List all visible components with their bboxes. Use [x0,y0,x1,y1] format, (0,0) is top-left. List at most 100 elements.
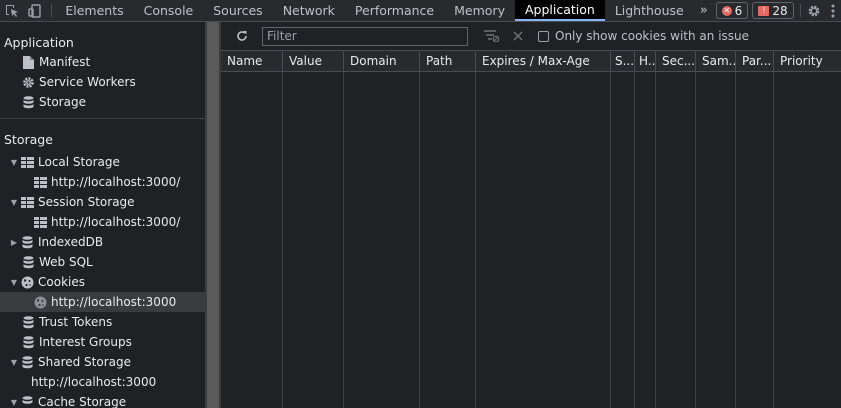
column-header-name[interactable]: Name [221,51,282,71]
collapsed-triangle-icon[interactable]: ▶ [9,238,19,247]
sidebar-scrollbar-thumb[interactable] [207,22,219,408]
expanded-triangle-icon[interactable]: ▼ [9,158,19,167]
sidebar-item-local-storage[interactable]: ▼ Local Storage [0,152,205,172]
database-icon [19,395,35,408]
sidebar-item-label: Trust Tokens [39,315,113,329]
cookie-icon [19,275,35,289]
more-tabs-icon[interactable]: » [694,0,714,21]
settings-gear-icon[interactable] [804,0,824,21]
tab-network[interactable]: Network [273,0,345,21]
sidebar-item-local-storage-origin[interactable]: http://localhost:3000/ [0,172,205,192]
sidebar-item-session-storage-origin[interactable]: http://localhost:3000/ [0,212,205,232]
expanded-triangle-icon[interactable]: ▼ [9,358,19,367]
cookies-toolbar: Only show cookies with an issue [221,22,841,51]
sidebar-item-label: Storage [39,95,86,109]
sidebar-item-cookies[interactable]: ▼ Cookies [0,272,205,292]
sidebar-scrollbar[interactable] [205,22,221,408]
filter-input[interactable] [262,26,468,46]
issues-count-badge[interactable]: ! 28 [752,2,794,19]
database-icon [19,355,35,369]
error-icon: ✕ [721,5,732,16]
column-header-secure[interactable]: Sec... [655,51,695,71]
cookie-icon [32,295,48,309]
tab-memory[interactable]: Memory [444,0,515,21]
sidebar-item-storage[interactable]: Storage [0,92,205,112]
column-divider [735,72,736,408]
only-issues-checkbox[interactable] [538,30,549,42]
issues-count: 28 [772,3,788,18]
column-header-samesite[interactable]: Sam... [695,51,735,71]
sidebar-item-cookies-origin[interactable]: http://localhost:3000 [0,292,205,312]
column-header-size[interactable]: S... [610,51,634,71]
gear-icon [20,75,36,89]
expanded-triangle-icon[interactable]: ▼ [9,398,19,407]
storage-section-title: Storage [4,131,53,147]
column-header-domain[interactable]: Domain [343,51,419,71]
column-header-value[interactable]: Value [282,51,343,71]
sidebar-item-shared-storage-origin[interactable]: http://localhost:3000 [0,372,205,392]
delete-selected-icon[interactable] [508,31,528,41]
tab-elements[interactable]: Elements [55,0,133,21]
column-header-priority[interactable]: Priority [773,51,841,71]
column-header-expires[interactable]: Expires / Max-Age [475,51,610,71]
sidebar-item-manifest[interactable]: Manifest [0,52,205,72]
sidebar-item-websql[interactable]: Web SQL [0,252,205,272]
device-toolbar-icon[interactable] [23,0,46,21]
sidebar-item-service-workers[interactable]: Service Workers [0,72,205,92]
sidebar-item-trust-tokens[interactable]: Trust Tokens [0,312,205,332]
sidebar-item-indexeddb[interactable]: ▶ IndexedDB [0,232,205,252]
column-divider [773,72,774,408]
clear-filtered-cookies-icon[interactable] [482,30,502,42]
sidebar-item-label: Shared Storage [38,355,132,369]
column-divider [610,72,611,408]
sidebar-item-label: Service Workers [39,75,136,89]
only-issues-label: Only show cookies with an issue [555,29,750,43]
sidebar-item-interest-groups[interactable]: Interest Groups [0,332,205,352]
sidebar-item-label: Cache Storage [38,395,127,408]
expanded-triangle-icon[interactable]: ▼ [9,198,19,207]
database-icon [20,255,36,269]
expanded-triangle-icon[interactable]: ▼ [9,278,19,287]
column-divider [282,72,283,408]
column-divider [343,72,344,408]
cookies-panel: Only show cookies with an issue Name Val… [221,22,841,408]
issues-flag-icon: ! [758,5,770,16]
application-sidebar: Application Manifest Service Workers Sto… [0,22,205,408]
sidebar-item-shared-storage[interactable]: ▼ Shared Storage [0,352,205,372]
devtools-tabbar: Elements Console Sources Network Perform… [0,0,841,22]
column-divider [634,72,635,408]
table-grid-icon [19,155,35,169]
refresh-icon[interactable] [235,30,249,42]
sidebar-item-label: Web SQL [39,255,93,269]
toolbar-divider [799,4,801,17]
sidebar-item-cache-storage[interactable]: ▼ Cache Storage [0,392,205,408]
table-grid-icon [19,195,35,209]
column-header-path[interactable]: Path [419,51,475,71]
sidebar-item-label: Session Storage [38,195,135,209]
tab-performance[interactable]: Performance [345,0,444,21]
column-divider [475,72,476,408]
application-section-title: Application [4,34,74,50]
tab-lighthouse[interactable]: Lighthouse [605,0,694,21]
sidebar-item-label: Interest Groups [39,335,132,349]
document-icon [20,55,36,69]
column-divider [419,72,420,408]
sidebar-item-session-storage[interactable]: ▼ Session Storage [0,192,205,212]
error-count-badge[interactable]: ✕ 6 [715,2,749,19]
tab-sources[interactable]: Sources [203,0,272,21]
inspect-element-icon[interactable] [0,0,23,21]
tab-application[interactable]: Application [514,0,605,21]
database-icon [20,95,36,109]
sidebar-item-label: Manifest [39,55,91,69]
sidebar-item-label: Local Storage [38,155,120,169]
tab-console[interactable]: Console [134,0,204,21]
kebab-menu-icon[interactable] [824,0,841,21]
sidebar-item-label: Cookies [38,275,85,289]
column-header-partition-key[interactable]: Par... [735,51,773,71]
database-icon [19,235,35,249]
column-divider [655,72,656,408]
database-icon [20,315,36,329]
sidebar-item-label: http://localhost:3000 [51,295,177,309]
column-header-httponly[interactable]: H... [634,51,655,71]
cookies-table: Name Value Domain Path Expires / Max-Age… [221,51,841,408]
